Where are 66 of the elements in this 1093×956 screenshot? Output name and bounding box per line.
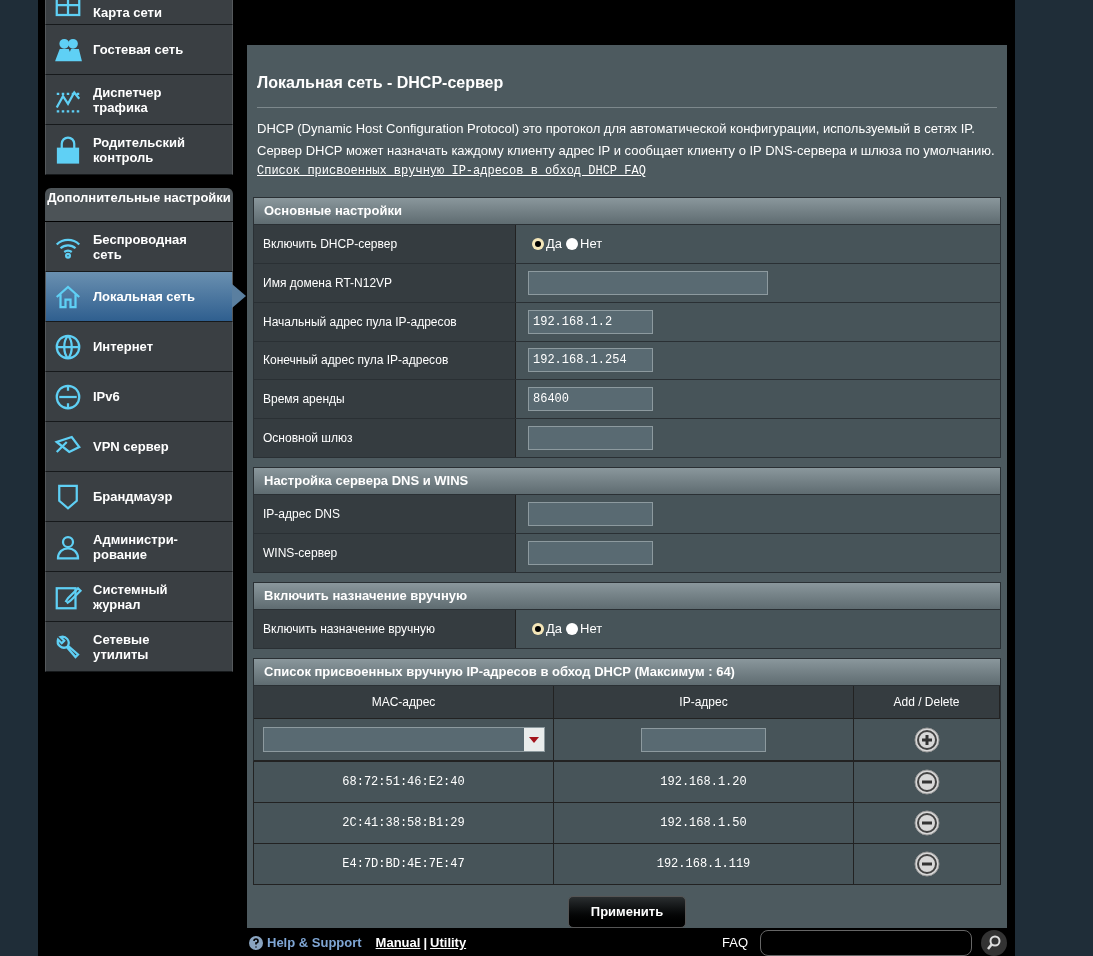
text-field[interactable] — [528, 502, 653, 527]
field-label: Начальный адрес пула IP-адресов — [254, 302, 516, 341]
text-field[interactable]: 86400 — [528, 387, 653, 412]
radio-option[interactable]: Да — [532, 234, 563, 254]
ip-cell: 192.168.1.50 — [554, 803, 854, 844]
text-field[interactable] — [641, 727, 766, 752]
ip-cell: 192.168.1.119 — [554, 844, 854, 884]
delete-icon[interactable] — [914, 769, 940, 796]
delete-icon[interactable] — [914, 810, 940, 837]
sidebar-item[interactable]: Интернет — [45, 322, 233, 372]
text-field[interactable] — [528, 540, 653, 565]
sidebar-item[interactable]: Брандмауэр — [45, 472, 233, 522]
field-label: Основной шлюз — [254, 419, 516, 458]
utility-link[interactable]: Utility — [430, 933, 467, 953]
sidebar-item[interactable]: Диспетчер трафика — [45, 75, 233, 125]
dropdown-caret-icon — [523, 728, 544, 752]
sidebar-item[interactable]: Родительский контроль — [45, 125, 233, 175]
radio-button[interactable] — [566, 237, 579, 250]
section-title: Список присвоенных вручную IP-адресов в обход DHCP (Максимум : 64) — [253, 657, 1001, 686]
sidebar-item[interactable]: Системный журнал — [45, 572, 233, 622]
section-title: Основные настройки — [253, 197, 1001, 225]
mac-cell: 68:72:51:46:E2:40 — [254, 762, 554, 803]
ip-cell: 192.168.1.20 — [554, 762, 854, 803]
section-title: Настройка сервера DNS и WINS — [253, 467, 1001, 496]
add-icon[interactable] — [914, 726, 940, 753]
sidebar-item[interactable]: Сетевые утилиты — [45, 622, 233, 672]
description-text: DHCP (Dynamic Host Configuration Protocol) это протокол для автоматической конфигурации, используемый в сетях IP. Сервер DHCP может назначать каждому клиенту адрес IP и сообщает клиенту о IP DNS-сервера и шлюза по умолчанию. — [257, 120, 996, 160]
sidebar-item[interactable]: IPv6 — [45, 372, 233, 422]
text-field[interactable] — [528, 270, 768, 295]
sidebar-item[interactable]: Беспроводная сеть — [45, 222, 233, 272]
search-icon[interactable] — [981, 930, 1007, 956]
faq-link[interactable]: Список присвоенных вручную IP-адресов в обход DHCP FAQ — [257, 162, 646, 180]
delete-icon[interactable] — [914, 851, 940, 877]
radio-option[interactable]: Нет — [566, 618, 603, 639]
field-label: WINS-сервер — [254, 533, 516, 572]
radio-option[interactable]: Нет — [566, 234, 603, 254]
help-icon — [249, 936, 263, 950]
text-field[interactable] — [528, 426, 653, 451]
page-title: Локальная сеть - DHCP-сервер — [257, 71, 997, 108]
field-label: Имя домена RT-N12VP — [254, 263, 516, 302]
faq-search-field[interactable] — [760, 930, 972, 956]
field-label: Конечный адрес пула IP-адресов — [254, 341, 516, 380]
radio-button[interactable] — [532, 622, 544, 635]
section-header: Дополнительные настройки — [45, 188, 233, 222]
text-field[interactable]: 192.168.1.254 — [528, 348, 653, 373]
sidebar-item[interactable]: VPN сервер — [45, 422, 233, 472]
field-label: IP-адрес DNS — [254, 495, 516, 533]
sidebar-item[interactable]: Карта сети — [45, 0, 233, 25]
field-label: Время аренды — [254, 380, 516, 419]
mac-cell: E4:7D:BD:4E:7E:47 — [254, 844, 554, 884]
faq-label: FAQ — [722, 934, 748, 953]
manual-link[interactable]: Manual — [375, 933, 421, 953]
sidebar-item[interactable]: Администри-рование — [45, 522, 233, 572]
radio-button[interactable] — [532, 237, 544, 250]
text-field[interactable]: 192.168.1.2 — [528, 309, 653, 334]
field-label: Включить DHCP-сервер — [254, 224, 516, 263]
link-separator: | — [423, 934, 428, 953]
section-title: Включить назначение вручную — [253, 581, 1001, 610]
radio-button[interactable] — [566, 622, 579, 635]
radio-option[interactable]: Да — [532, 618, 563, 639]
help-support-link[interactable]: Help & Support — [267, 933, 362, 953]
field-label: Включить назначение вручную — [254, 609, 516, 648]
mac-cell: 2C:41:38:58:B1:29 — [254, 803, 554, 844]
sidebar-item[interactable]: Гостевая сеть — [45, 25, 233, 75]
mac-dropdown[interactable] — [262, 727, 545, 753]
apply-button[interactable]: Применить — [568, 895, 686, 928]
